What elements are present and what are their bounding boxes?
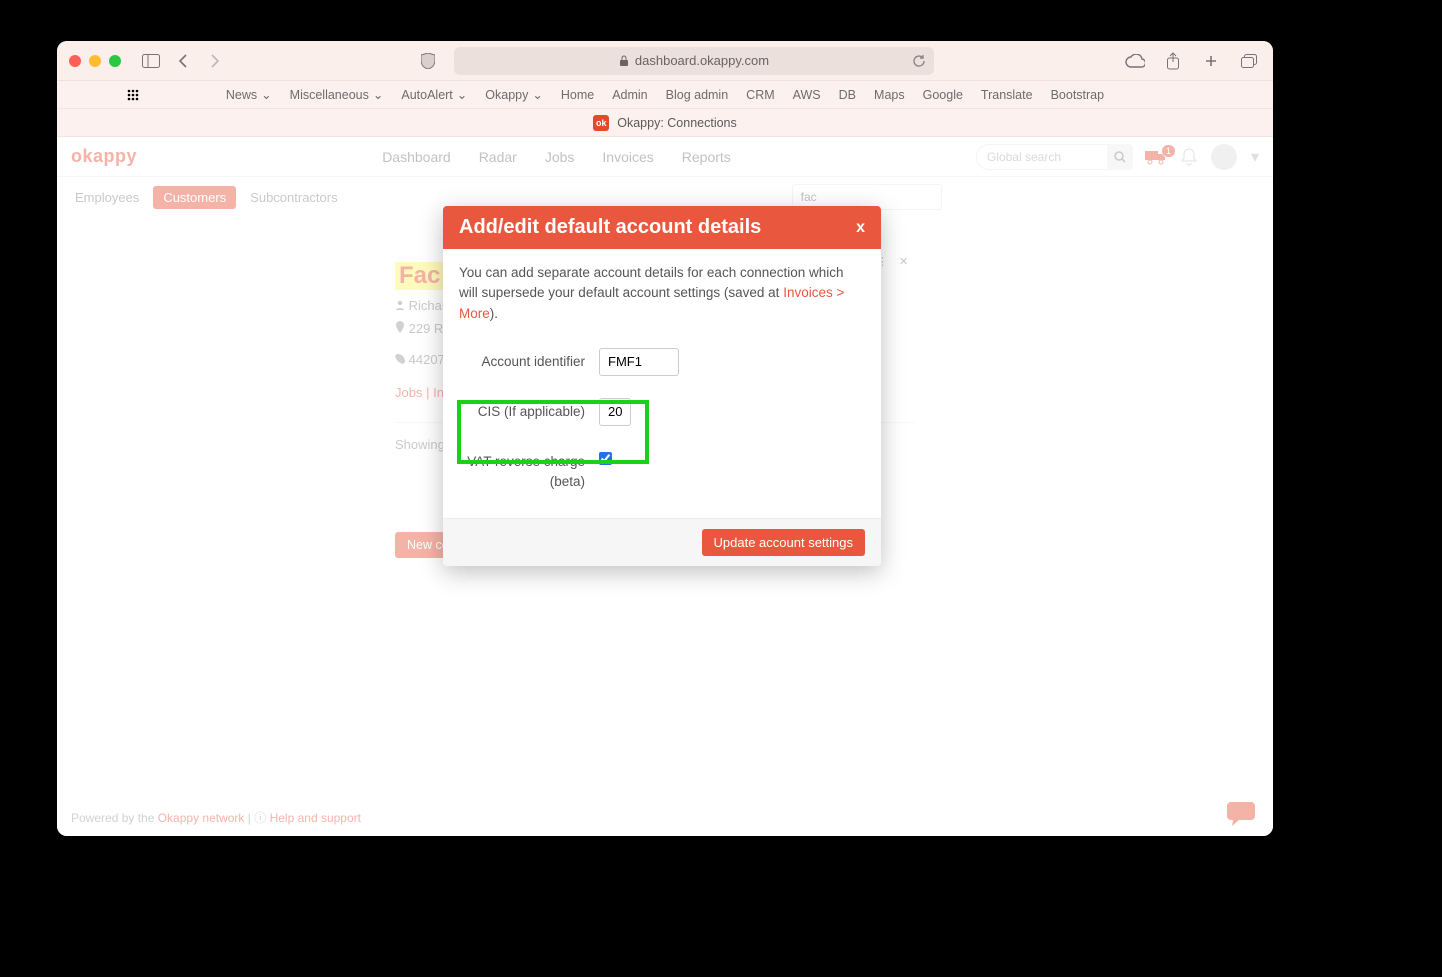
bookmark-item[interactable]: Blog admin [666, 88, 729, 102]
bookmark-item[interactable]: Home [561, 88, 594, 102]
browser-titlebar: dashboard.okappy.com [57, 41, 1273, 81]
bookmark-item[interactable]: AWS [793, 88, 821, 102]
tab-subcontractors[interactable]: Subcontractors [250, 190, 337, 205]
search-icon [1114, 151, 1126, 163]
label-vat-reverse: VAT reverse charge (beta) [459, 448, 585, 493]
bookmark-item[interactable]: Miscellaneous⌄ [290, 87, 384, 102]
footer-network-link[interactable]: Okappy network [158, 811, 245, 825]
chat-bubble-icon[interactable] [1227, 800, 1255, 826]
nav-jobs[interactable]: Jobs [545, 149, 575, 165]
modal-title: Add/edit default account details [459, 216, 761, 239]
tab-customers[interactable]: Customers [153, 186, 236, 209]
header-icons: 1 ▾ [1145, 144, 1259, 170]
input-account-identifier[interactable] [599, 348, 679, 376]
bookmarks-bar: News⌄ Miscellaneous⌄ AutoAlert⌄ Okappy⌄ … [57, 81, 1273, 109]
traffic-lights [69, 55, 121, 67]
bookmark-item[interactable]: AutoAlert⌄ [401, 87, 467, 102]
favicon: ok [593, 115, 609, 131]
card-menu-icon[interactable]: ⋮ ✕ [877, 255, 912, 268]
lock-icon [619, 55, 629, 67]
checkbox-vat-reverse[interactable] [599, 452, 612, 465]
footer-help-link[interactable]: Help and support [270, 811, 361, 825]
modal-footer: Update account settings [443, 518, 881, 566]
bell-icon[interactable] [1181, 148, 1197, 166]
modal-close-button[interactable]: x [856, 219, 865, 237]
chevron-down-icon: ⌄ [457, 87, 467, 102]
bookmark-item[interactable]: CRM [746, 88, 774, 102]
nav-radar[interactable]: Radar [479, 149, 517, 165]
reload-icon[interactable] [912, 54, 926, 68]
share-icon[interactable] [1161, 49, 1185, 73]
label-cis: CIS (If applicable) [459, 398, 585, 422]
forward-button[interactable] [203, 49, 227, 73]
bookmark-item[interactable]: Translate [981, 88, 1033, 102]
jobs-notif-icon[interactable]: 1 [1145, 149, 1167, 165]
bookmark-item[interactable]: Google [923, 88, 963, 102]
browser-tabstrip: ok Okappy: Connections [57, 109, 1273, 137]
notif-badge: 1 [1162, 145, 1175, 157]
tab-employees[interactable]: Employees [75, 190, 139, 205]
chevron-down-icon: ⌄ [261, 87, 271, 102]
customer-name-highlight: Fac [395, 262, 444, 290]
account-details-modal: Add/edit default account details x You c… [443, 206, 881, 566]
bookmark-item[interactable]: DB [839, 88, 856, 102]
chevron-down-icon: ⌄ [373, 87, 383, 102]
close-window-button[interactable] [69, 55, 81, 67]
back-button[interactable] [171, 49, 195, 73]
minimize-window-button[interactable] [89, 55, 101, 67]
chevron-down-icon: ⌄ [532, 87, 542, 102]
search-button[interactable] [1107, 144, 1133, 170]
modal-body: You can add separate account details for… [443, 249, 881, 518]
shield-icon[interactable] [416, 49, 440, 73]
row-cis: CIS (If applicable) [459, 398, 865, 426]
info-icon: ⓘ [254, 811, 266, 825]
row-account-identifier: Account identifier [459, 348, 865, 376]
nav-invoices[interactable]: Invoices [602, 149, 653, 165]
apps-grid-icon[interactable] [127, 89, 139, 101]
page-footer: Powered by the Okappy network | ⓘ Help a… [71, 809, 361, 826]
browser-tab-title[interactable]: Okappy: Connections [617, 116, 737, 130]
bookmark-item[interactable]: Bootstrap [1051, 88, 1105, 102]
update-account-settings-button[interactable]: Update account settings [702, 529, 865, 556]
label-account-identifier: Account identifier [459, 348, 585, 372]
fullscreen-window-button[interactable] [109, 55, 121, 67]
link-jobs[interactable]: Jobs [395, 385, 422, 400]
cloud-icon[interactable] [1123, 49, 1147, 73]
row-vat-reverse: VAT reverse charge (beta) [459, 448, 865, 493]
bookmark-item[interactable]: Maps [874, 88, 905, 102]
app-header: okappy Dashboard Radar Jobs Invoices Rep… [57, 137, 1273, 177]
app-content: okappy Dashboard Radar Jobs Invoices Rep… [57, 137, 1273, 836]
tab-overview-icon[interactable] [1237, 49, 1261, 73]
input-cis[interactable] [599, 398, 631, 426]
bookmark-item[interactable]: Okappy⌄ [485, 87, 543, 102]
toolbar-right [1123, 49, 1261, 73]
safari-window: dashboard.okappy.com News⌄ Mi [57, 41, 1273, 836]
sidebar-toggle-icon[interactable] [139, 49, 163, 73]
bookmark-item[interactable]: Admin [612, 88, 647, 102]
user-menu-caret-icon[interactable]: ▾ [1251, 147, 1259, 167]
global-search-wrap: Global search [976, 144, 1131, 170]
app-nav: Dashboard Radar Jobs Invoices Reports [382, 149, 731, 165]
app-logo[interactable]: okappy [71, 146, 137, 167]
nav-reports[interactable]: Reports [682, 149, 731, 165]
bookmark-item[interactable]: News⌄ [226, 87, 272, 102]
nav-dashboard[interactable]: Dashboard [382, 149, 451, 165]
new-tab-icon[interactable] [1199, 49, 1223, 73]
user-avatar[interactable] [1211, 144, 1237, 170]
url-bar[interactable]: dashboard.okappy.com [454, 47, 934, 75]
url-text: dashboard.okappy.com [635, 53, 769, 68]
modal-header: Add/edit default account details x [443, 206, 881, 249]
